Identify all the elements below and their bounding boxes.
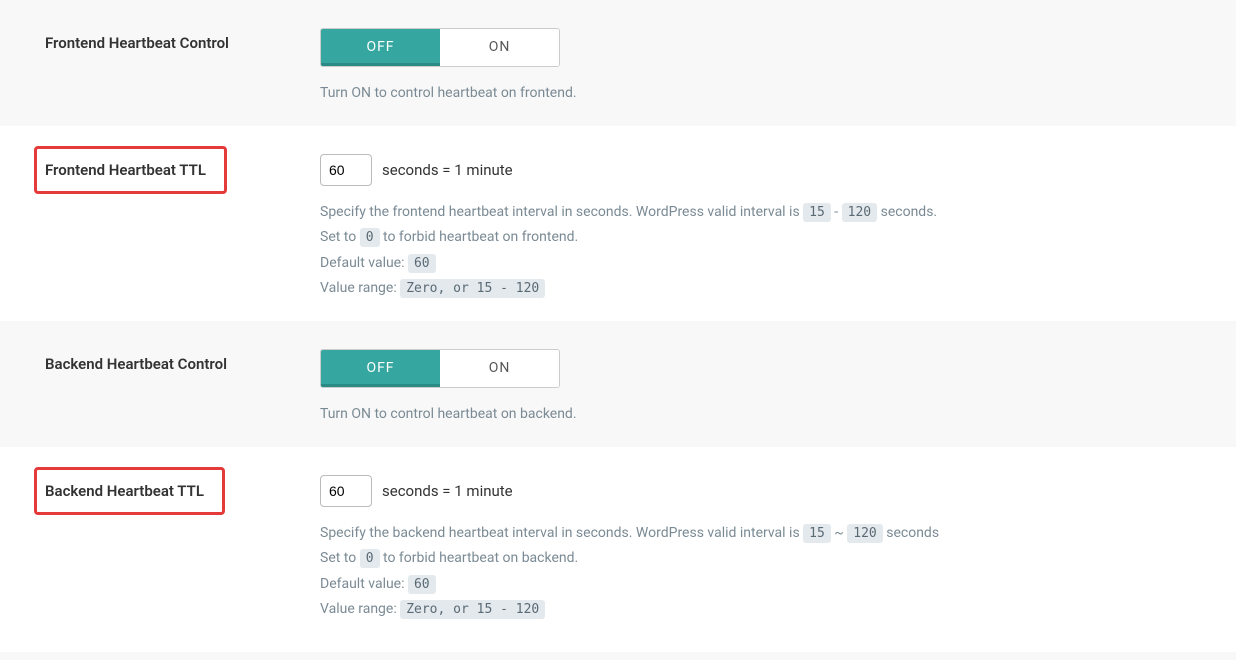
desc-backend_control: Turn ON to control heartbeat on backend.	[320, 402, 1216, 427]
input-row-backend_ttl: seconds = 1 minute	[320, 475, 1216, 507]
input-suffix-frontend_ttl: seconds = 1 minute	[382, 161, 513, 179]
highlight-backend_ttl: Backend Heartbeat TTL	[34, 467, 225, 515]
bottom-divider	[0, 652, 1236, 660]
settings-panel: Frontend Heartbeat ControlOFFONTurn ON t…	[0, 0, 1236, 642]
setting-row-backend_control: Backend Heartbeat ControlOFFON Turn ON to…	[0, 321, 1236, 447]
setting-row-frontend_control: Frontend Heartbeat ControlOFFON Turn ON t…	[0, 0, 1236, 126]
desc-backend_ttl: Specify the backend heartbeat interval i…	[320, 521, 1216, 622]
toggle-backend_control[interactable]: OFFON	[320, 349, 560, 388]
setting-label-backend_ttl: Backend Heartbeat TTL	[45, 467, 320, 515]
input-row-frontend_ttl: seconds = 1 minute	[320, 154, 1216, 186]
setting-content-frontend_control: OFFON Turn ON to control heartbeat on fro…	[320, 20, 1216, 106]
toggle-frontend_control-on[interactable]: ON	[440, 29, 559, 66]
toggle-frontend_control[interactable]: OFFON	[320, 28, 560, 67]
setting-label-frontend_ttl: Frontend Heartbeat TTL	[45, 146, 320, 194]
highlight-frontend_ttl: Frontend Heartbeat TTL	[34, 146, 227, 194]
setting-content-backend_control: OFFON Turn ON to control heartbeat on bac…	[320, 341, 1216, 427]
setting-label-frontend_control: Frontend Heartbeat Control	[45, 20, 320, 52]
toggle-frontend_control-off[interactable]: OFF	[321, 29, 440, 66]
setting-row-frontend_ttl: Frontend Heartbeat TTLseconds = 1 minute…	[0, 126, 1236, 321]
input-frontend_ttl[interactable]	[320, 154, 372, 186]
desc-frontend_control: Turn ON to control heartbeat on frontend…	[320, 81, 1216, 106]
toggle-backend_control-off[interactable]: OFF	[321, 350, 440, 387]
input-suffix-backend_ttl: seconds = 1 minute	[382, 482, 513, 500]
toggle-backend_control-on[interactable]: ON	[440, 350, 559, 387]
desc-frontend_ttl: Specify the frontend heartbeat interval …	[320, 200, 1216, 301]
setting-row-backend_ttl: Backend Heartbeat TTL seconds = 1 minute S…	[0, 447, 1236, 642]
setting-content-backend_ttl: seconds = 1 minute Specify the backend he…	[320, 467, 1216, 622]
input-backend_ttl[interactable]	[320, 475, 372, 507]
setting-content-frontend_ttl: seconds = 1 minute Specify the frontend h…	[320, 146, 1216, 301]
setting-label-backend_control: Backend Heartbeat Control	[45, 341, 320, 373]
